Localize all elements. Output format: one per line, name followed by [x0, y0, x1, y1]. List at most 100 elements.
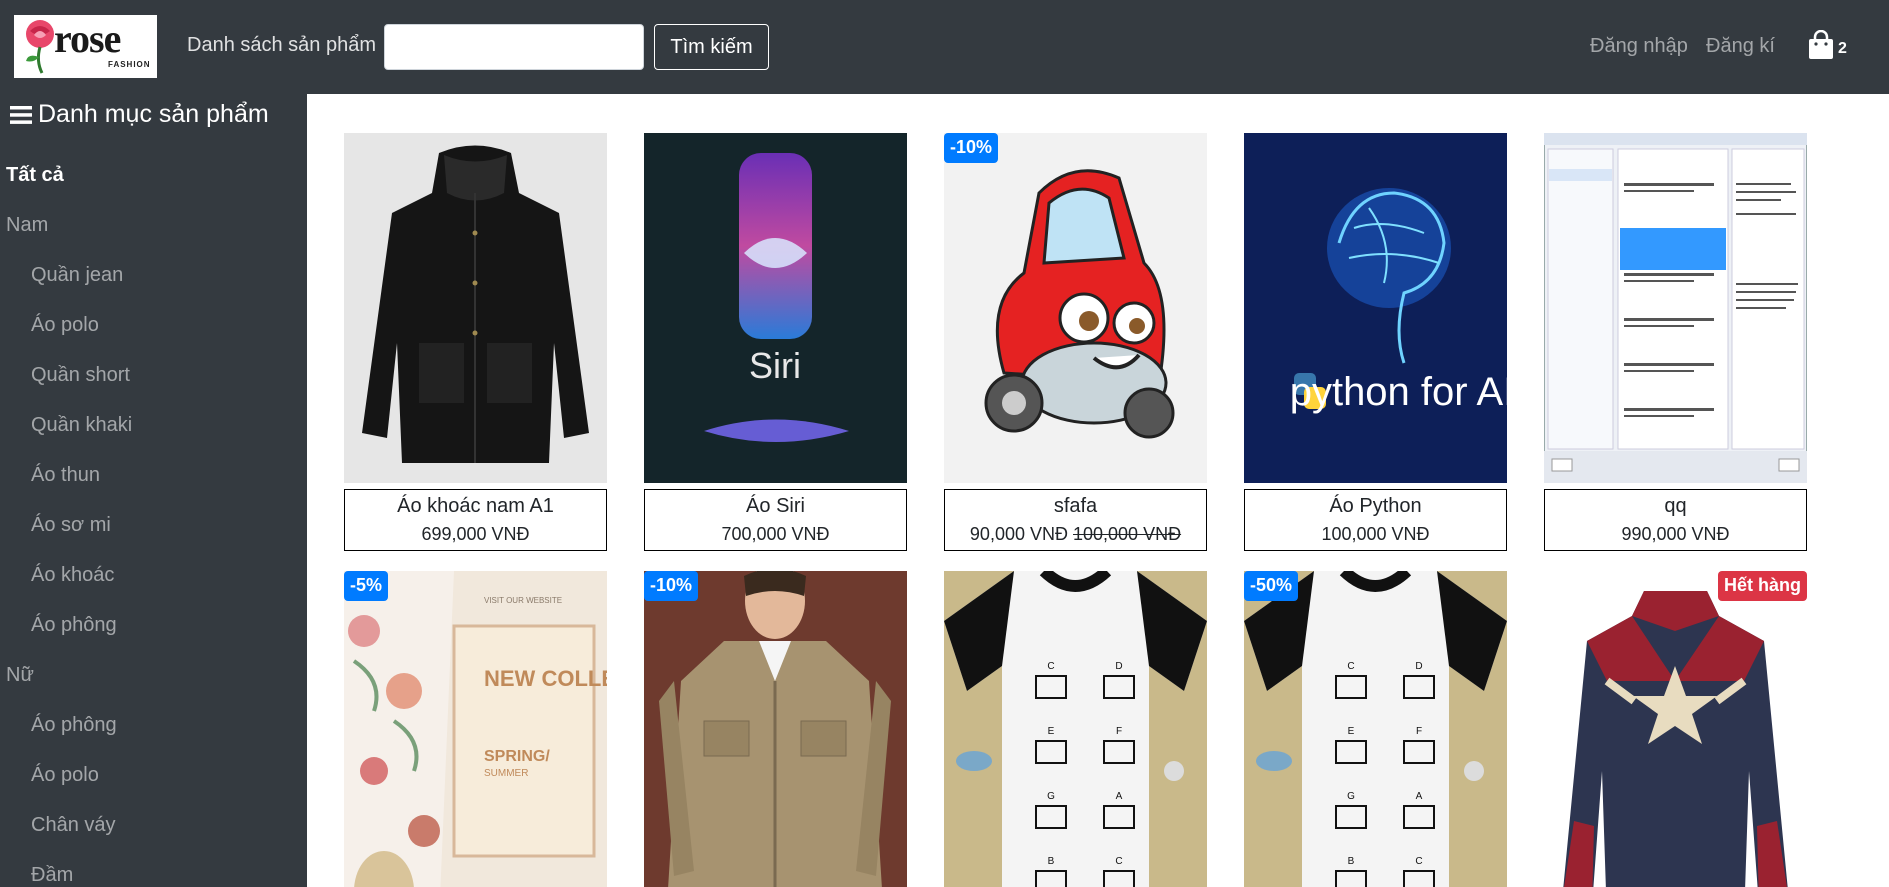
product-price: 990,000 VNĐ [1621, 524, 1730, 544]
svg-text:B: B [1048, 856, 1055, 867]
product-name[interactable]: sfafa [945, 490, 1206, 518]
product-info: qq 990,000 VNĐ [1544, 489, 1807, 551]
category-all[interactable]: Tất cả [6, 164, 64, 187]
category-men-tshirt[interactable]: Áo thun [31, 464, 100, 487]
original-price: 100,000 VNĐ [1073, 524, 1182, 544]
discount-badge: -10% [944, 133, 999, 163]
discount-badge: -5% [344, 571, 389, 601]
siri-image: Siri [704, 153, 849, 442]
search-button[interactable]: Tìm kiếm [654, 24, 769, 70]
register-link[interactable]: Đăng kí [1706, 35, 1775, 58]
product-image-screenshot[interactable] [1544, 133, 1807, 483]
svg-text:SPRING/: SPRING/ [484, 748, 550, 765]
product-image-chord-tshirt-sale[interactable]: C D E F G A B C -50% [1244, 571, 1507, 887]
khaki-jacket-image [659, 571, 891, 887]
category-men-tee[interactable]: Áo phông [31, 614, 117, 637]
svg-text:A: A [1416, 791, 1423, 802]
sidebar-title: Danh mục sản phẩm [10, 100, 269, 129]
svg-text:E: E [1048, 726, 1055, 737]
product-image-siri[interactable]: Siri [644, 133, 907, 483]
svg-text:D: D [1415, 661, 1422, 672]
product-card[interactable]: C D E F G A B C -50% [1244, 571, 1507, 887]
category-women-tee[interactable]: Áo phông [31, 714, 117, 737]
product-image-python[interactable]: python for AI [1244, 133, 1507, 483]
svg-text:G: G [1347, 791, 1355, 802]
product-card[interactable]: Áo khoác nam A1 699,000 VNĐ [344, 133, 607, 551]
python-ai-image: python for AI [1290, 188, 1507, 414]
product-info: sfafa 90,000 VNĐ 100,000 VNĐ [944, 489, 1207, 551]
product-price: 100,000 VNĐ [1321, 524, 1430, 544]
product-price: 700,000 VNĐ [721, 524, 830, 544]
product-info: Áo khoác nam A1 699,000 VNĐ [344, 489, 607, 551]
product-image-leather-jacket[interactable]: Hết hàng [1544, 571, 1807, 887]
category-women-polo[interactable]: Áo polo [31, 764, 99, 787]
product-list-link[interactable]: Danh sách sản phẩm [187, 34, 376, 57]
product-card[interactable]: -10% [644, 571, 907, 887]
product-card[interactable]: C D E F G A B C [944, 571, 1207, 887]
product-card[interactable]: -10% sfafa 90,000 VNĐ 100,000 VNĐ [944, 133, 1207, 551]
collection-title: NEW COLLECTION [484, 666, 607, 691]
discount-badge: -50% [1244, 571, 1299, 601]
category-men-polo[interactable]: Áo polo [31, 314, 99, 337]
logo-subtext: FASHION [108, 60, 151, 69]
category-sidebar: Danh mục sản phẩm Tất cả Nam Quần jean Á… [0, 94, 307, 887]
product-name[interactable]: Áo Siri [645, 490, 906, 518]
category-men-shorts[interactable]: Quần short [31, 364, 130, 387]
product-image-red-car[interactable]: -10% [944, 133, 1207, 483]
svg-text:Siri: Siri [749, 345, 801, 386]
category-men[interactable]: Nam [6, 214, 48, 237]
top-navbar: rose FASHION Danh sách sản phẩm Tìm kiếm… [0, 0, 1889, 94]
chord-tshirt-image: C D E F G A B C [944, 571, 1207, 887]
product-image-chord-tshirt[interactable]: C D E F G A B C [944, 571, 1207, 887]
discount-badge: -10% [644, 571, 699, 601]
red-car-image [984, 169, 1175, 439]
black-jacket-image [362, 145, 589, 463]
svg-text:E: E [1348, 726, 1355, 737]
category-men-jeans[interactable]: Quần jean [31, 264, 123, 287]
svg-text:C: C [1047, 661, 1054, 672]
product-card[interactable]: Hết hàng [1544, 571, 1807, 887]
leather-jacket-image [1563, 591, 1788, 887]
svg-text:C: C [1347, 661, 1354, 672]
product-name[interactable]: qq [1545, 490, 1806, 518]
logo-text: rose [54, 16, 121, 61]
product-name[interactable]: Áo khoác nam A1 [345, 490, 606, 518]
product-info: Áo Python 100,000 VNĐ [1244, 489, 1507, 551]
svg-text:G: G [1047, 791, 1055, 802]
svg-text:F: F [1416, 726, 1422, 737]
cart-count: 2 [1838, 40, 1847, 57]
category-women-skirt[interactable]: Chân váy [31, 814, 116, 837]
nuget-screenshot-image [1544, 133, 1807, 483]
new-collection-image: VISIT OUR WEBSITE NEW COLLECTION SPRING/… [344, 571, 607, 887]
product-price: 699,000 VNĐ [421, 524, 530, 544]
category-men-khaki[interactable]: Quần khaki [31, 414, 132, 437]
category-women[interactable]: Nữ [6, 664, 34, 687]
product-card[interactable]: Siri Áo Siri 700,000 VNĐ [644, 133, 907, 551]
svg-text:A: A [1116, 791, 1123, 802]
menu-icon [10, 105, 32, 124]
category-women-dress[interactable]: Đầm [31, 864, 73, 887]
sidebar-title-text: Danh mục sản phẩm [38, 100, 269, 128]
svg-text:B: B [1348, 856, 1355, 867]
product-card[interactable]: VISIT OUR WEBSITE NEW COLLECTION SPRING/… [344, 571, 607, 887]
category-men-jacket[interactable]: Áo khoác [31, 564, 114, 587]
product-name[interactable]: Áo Python [1245, 490, 1506, 518]
product-image-new-collection[interactable]: VISIT OUR WEBSITE NEW COLLECTION SPRING/… [344, 571, 607, 887]
category-men-shirt[interactable]: Áo sơ mi [31, 514, 111, 537]
svg-text:D: D [1115, 661, 1122, 672]
product-image-khaki-jacket[interactable]: -10% [644, 571, 907, 887]
product-grid: Áo khoác nam A1 699,000 VNĐ Siri Áo Siri… [307, 94, 1889, 887]
sale-price: 90,000 VNĐ [969, 524, 1068, 544]
login-link[interactable]: Đăng nhập [1590, 35, 1688, 58]
product-image-black-jacket[interactable] [344, 133, 607, 483]
logo[interactable]: rose FASHION [14, 15, 157, 78]
svg-text:python for AI: python for AI [1290, 370, 1507, 414]
product-card[interactable]: qq 990,000 VNĐ [1544, 133, 1807, 551]
product-card[interactable]: python for AI Áo Python 100,000 VNĐ [1244, 133, 1507, 551]
chord-tshirt-image: C D E F G A B C [1244, 571, 1507, 887]
svg-text:SUMMER: SUMMER [484, 768, 528, 779]
svg-text:C: C [1115, 856, 1122, 867]
shopping-bag-icon[interactable] [1808, 30, 1834, 60]
search-input[interactable] [384, 24, 644, 70]
svg-text:VISIT OUR WEBSITE: VISIT OUR WEBSITE [484, 596, 562, 605]
